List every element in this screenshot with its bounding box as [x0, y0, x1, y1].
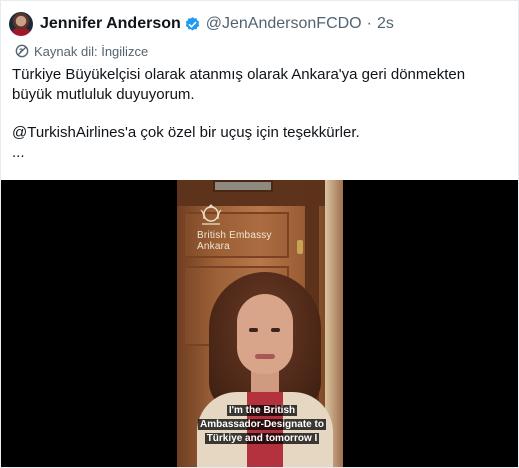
video-player[interactable]: British Embassy Ankara I'm the British A…	[1, 180, 518, 467]
face	[237, 294, 293, 374]
translation-note-label: Kaynak dil: İngilizce	[34, 43, 149, 59]
tweet-text: Türkiye Büyükelçisi olarak atanmış olara…	[12, 65, 512, 163]
video-caption: I'm the British Ambassador-Designate to …	[198, 404, 326, 446]
author-handle[interactable]: @JenAndersonFCDO	[206, 15, 362, 33]
separator-dot: ·	[366, 15, 372, 32]
translate-icon	[15, 44, 29, 58]
eye	[249, 328, 258, 332]
tweet-timestamp[interactable]: 2s	[377, 15, 394, 33]
caption-line: I'm the British	[226, 405, 298, 416]
tweet-card[interactable]: Jennifer Anderson @JenAndersonFCDO · 2s …	[0, 0, 519, 468]
verified-badge-icon	[185, 16, 199, 31]
tweet-text-line: büyük mutluluk duyuyorum.	[12, 86, 195, 103]
door-hinge	[297, 240, 303, 254]
door-window	[213, 180, 273, 192]
eye	[271, 328, 280, 332]
plaque-text: Ankara	[197, 241, 230, 252]
plaque-text: British Embassy	[197, 230, 272, 241]
mention-line[interactable]: @TurkishAirlines'a çok özel bir uçuş içi…	[12, 123, 512, 143]
tweet-text-line: Türkiye Büyükelçisi olarak atanmış olara…	[12, 66, 466, 83]
royal-crest-icon	[200, 204, 222, 225]
tweet-header: Jennifer Anderson @JenAndersonFCDO · 2s	[9, 11, 394, 37]
avatar[interactable]	[9, 12, 33, 36]
mouth	[255, 354, 275, 359]
translation-note[interactable]: Kaynak dil: İngilizce	[14, 43, 148, 59]
author-display-name[interactable]: Jennifer Anderson	[40, 15, 181, 33]
caption-line: Ambassador-Designate to	[198, 419, 326, 430]
caption-line: Türkiye and tomorrow I	[204, 433, 320, 444]
ellipsis: ...	[12, 144, 25, 161]
